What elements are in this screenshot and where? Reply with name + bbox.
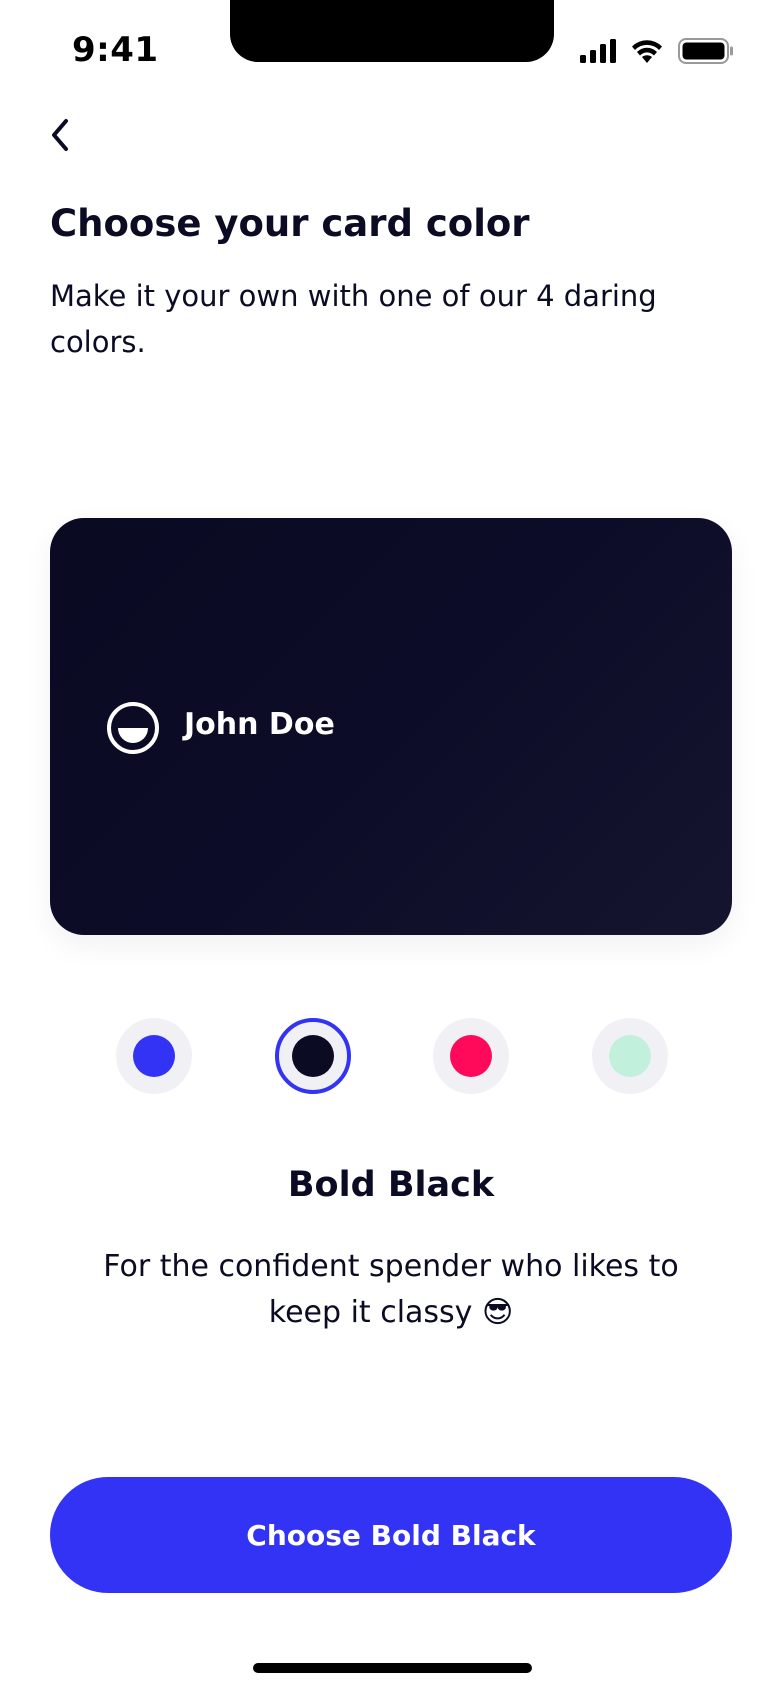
selected-color-name: Bold Black (287, 1165, 495, 1205)
swatch-blue[interactable] (116, 1018, 192, 1094)
swatch-mint-dot (609, 1035, 651, 1077)
device-notch (230, 0, 554, 62)
back-button[interactable] (40, 112, 80, 162)
swatch-pink-dot (450, 1035, 492, 1077)
page-title: Choose your card color (50, 202, 530, 245)
swatch-black-dot (292, 1035, 334, 1077)
choose-color-button[interactable]: Choose Bold Black (50, 1477, 732, 1593)
cellular-signal-icon (580, 39, 616, 63)
status-time: 9:41 (72, 30, 159, 70)
swatch-mint[interactable] (592, 1018, 668, 1094)
page-subtitle: Make it your own with one of our 4 darin… (50, 279, 657, 359)
card-preview: John Doe (50, 518, 732, 935)
home-indicator (253, 1663, 532, 1673)
wifi-icon (630, 39, 664, 63)
swatch-blue-dot (133, 1035, 175, 1077)
swatch-black[interactable] (275, 1018, 351, 1094)
chevron-left-icon (49, 117, 71, 157)
status-icons (580, 38, 734, 64)
smile-logo-icon (106, 701, 160, 755)
swatch-pink[interactable] (433, 1018, 509, 1094)
battery-icon (678, 38, 734, 64)
color-swatches (0, 1018, 782, 1094)
selected-color-description: For the confident spender who likes to k… (103, 1249, 679, 1330)
card-holder-name: John Doe (184, 707, 335, 742)
